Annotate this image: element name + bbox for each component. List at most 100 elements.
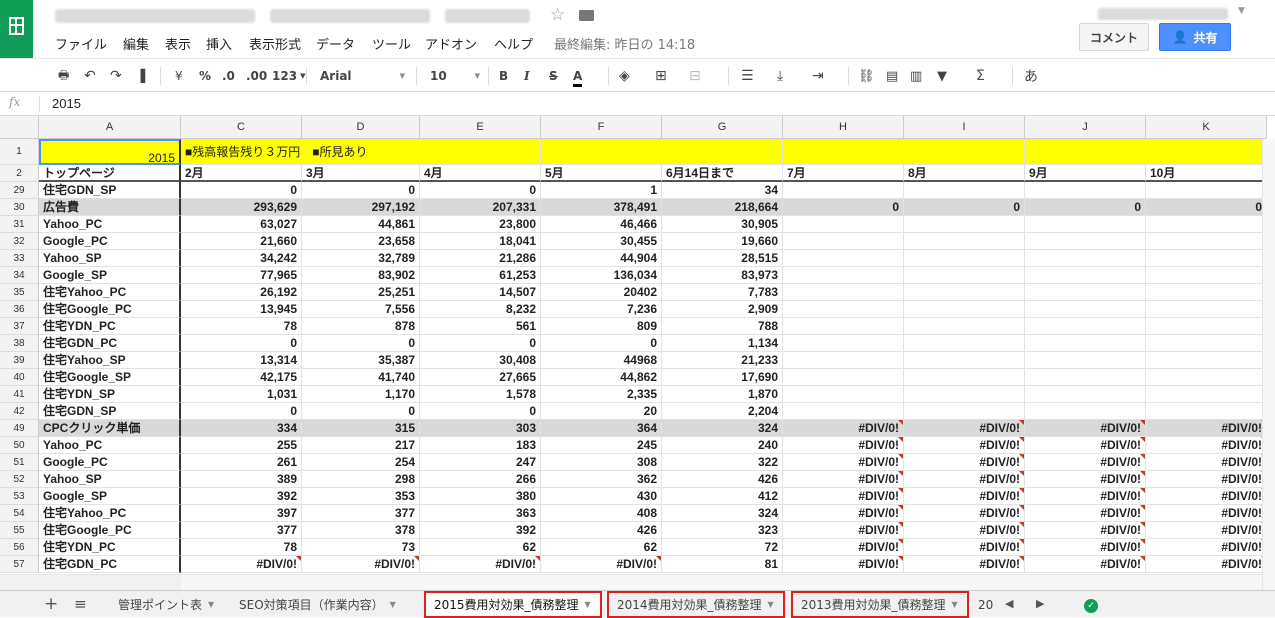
row-header-36[interactable]: 36 [0, 301, 39, 318]
decrease-decimal-button[interactable]: .0 [222, 67, 235, 85]
menu-tools[interactable]: ツール [372, 34, 411, 53]
vertical-scrollbar[interactable] [1262, 139, 1275, 590]
cell-g41[interactable]: 1,870 [662, 386, 783, 403]
cell-c54[interactable]: 397 [181, 505, 302, 522]
currency-button[interactable]: ¥ [175, 67, 183, 85]
account-redacted[interactable] [1098, 8, 1228, 20]
cell-i29[interactable] [904, 182, 1025, 199]
row-header-39[interactable]: 39 [0, 352, 39, 369]
row-header-42[interactable]: 42 [0, 403, 39, 420]
cell-k32[interactable] [1146, 233, 1267, 250]
cell-i56[interactable]: #DIV/0! [904, 539, 1025, 556]
row-header-38[interactable]: 38 [0, 335, 39, 352]
scroll-left-icon[interactable]: ◀ [1005, 597, 1013, 610]
sheet-tab-2[interactable]: SEO対策項目（作業内容） ▼ [231, 591, 417, 618]
cell-d38[interactable]: 0 [302, 335, 420, 352]
cell-j54[interactable]: #DIV/0! [1025, 505, 1146, 522]
cell-g37[interactable]: 788 [662, 318, 783, 335]
cell-g34[interactable]: 83,973 [662, 267, 783, 284]
cell-f37[interactable]: 809 [541, 318, 662, 335]
cell-h55[interactable]: #DIV/0! [783, 522, 904, 539]
cell-e52[interactable]: 266 [420, 471, 541, 488]
cell-f54[interactable]: 408 [541, 505, 662, 522]
cell-h51[interactable]: #DIV/0! [783, 454, 904, 471]
cell-j31[interactable] [1025, 216, 1146, 233]
cell-e53[interactable]: 380 [420, 488, 541, 505]
cell-c40[interactable]: 42,175 [181, 369, 302, 386]
redo-icon[interactable]: ↷ [110, 67, 122, 85]
undo-icon[interactable]: ↶ [84, 67, 96, 85]
cell-g31[interactable]: 30,905 [662, 216, 783, 233]
column-header-h[interactable]: H [783, 116, 904, 139]
cell-a1[interactable]: 2015 [39, 139, 181, 165]
cell-f32[interactable]: 30,455 [541, 233, 662, 250]
cell-g42[interactable]: 2,204 [662, 403, 783, 420]
cell-i54[interactable]: #DIV/0! [904, 505, 1025, 522]
cell-i51[interactable]: #DIV/0! [904, 454, 1025, 471]
cell-j40[interactable] [1025, 369, 1146, 386]
sheet-tab-1[interactable]: 管理ポイント表 ▼ [110, 591, 228, 618]
row-header-57[interactable]: 57 [0, 556, 39, 573]
cell-e33[interactable]: 21,286 [420, 250, 541, 267]
row-header-53[interactable]: 53 [0, 488, 39, 505]
cell-g33[interactable]: 28,515 [662, 250, 783, 267]
cell-d40[interactable]: 41,740 [302, 369, 420, 386]
menu-data[interactable]: データ [316, 34, 355, 53]
cell-a54[interactable]: 住宅Yahoo_PC [39, 505, 181, 522]
cell-k41[interactable] [1146, 386, 1267, 403]
row-header-37[interactable]: 37 [0, 318, 39, 335]
cell-k54[interactable]: #DIV/0! [1146, 505, 1267, 522]
folder-icon[interactable] [579, 10, 594, 21]
cell-k57[interactable]: #DIV/0! [1146, 556, 1267, 573]
cell-g40[interactable]: 17,690 [662, 369, 783, 386]
cell-i38[interactable] [904, 335, 1025, 352]
chevron-down-icon[interactable]: ▼ [208, 600, 214, 609]
cell-i53[interactable]: #DIV/0! [904, 488, 1025, 505]
cell-g51[interactable]: 322 [662, 454, 783, 471]
cell-g53[interactable]: 412 [662, 488, 783, 505]
add-sheet-icon[interactable]: + [44, 594, 58, 614]
menu-help[interactable]: ヘルプ [494, 34, 533, 53]
cell-h2[interactable]: 7月 [783, 165, 904, 182]
cell-j55[interactable]: #DIV/0! [1025, 522, 1146, 539]
cell-i55[interactable]: #DIV/0! [904, 522, 1025, 539]
cell-h30[interactable]: 0 [783, 199, 904, 216]
cell-g35[interactable]: 7,783 [662, 284, 783, 301]
cell-g50[interactable]: 240 [662, 437, 783, 454]
strikethrough-button[interactable]: S [549, 67, 558, 85]
cell-i41[interactable] [904, 386, 1025, 403]
column-header-e[interactable]: E [420, 116, 541, 139]
cell-j37[interactable] [1025, 318, 1146, 335]
cell-h40[interactable] [783, 369, 904, 386]
cell-j42[interactable] [1025, 403, 1146, 420]
cell-a33[interactable]: Yahoo_SP [39, 250, 181, 267]
cell-e1[interactable] [420, 139, 541, 165]
cell-g56[interactable]: 72 [662, 539, 783, 556]
cell-g52[interactable]: 426 [662, 471, 783, 488]
cell-e39[interactable]: 30,408 [420, 352, 541, 369]
cell-a41[interactable]: 住宅YDN_SP [39, 386, 181, 403]
borders-icon[interactable]: ⊞ [655, 67, 667, 85]
sheet-tab-4[interactable]: 2014費用対効果_債務整理 ▼ [607, 591, 785, 618]
cell-g36[interactable]: 2,909 [662, 301, 783, 318]
cell-h37[interactable] [783, 318, 904, 335]
column-header-g[interactable]: G [662, 116, 783, 139]
row-header-50[interactable]: 50 [0, 437, 39, 454]
cell-d41[interactable]: 1,170 [302, 386, 420, 403]
cell-e54[interactable]: 363 [420, 505, 541, 522]
cell-f30[interactable]: 378,491 [541, 199, 662, 216]
cell-g54[interactable]: 324 [662, 505, 783, 522]
text-wrap-icon[interactable]: ⇥ [812, 67, 824, 85]
cell-f36[interactable]: 7,236 [541, 301, 662, 318]
cell-k36[interactable] [1146, 301, 1267, 318]
cell-a37[interactable]: 住宅YDN_PC [39, 318, 181, 335]
cell-f53[interactable]: 430 [541, 488, 662, 505]
cell-k56[interactable]: #DIV/0! [1146, 539, 1267, 556]
chevron-down-icon[interactable]: ▼ [768, 600, 774, 609]
cell-j2[interactable]: 9月 [1025, 165, 1146, 182]
cell-k1[interactable] [1146, 139, 1267, 165]
cell-a50[interactable]: Yahoo_PC [39, 437, 181, 454]
cell-c30[interactable]: 293,629 [181, 199, 302, 216]
menu-addons[interactable]: アドオン [425, 34, 477, 53]
cell-d32[interactable]: 23,658 [302, 233, 420, 250]
